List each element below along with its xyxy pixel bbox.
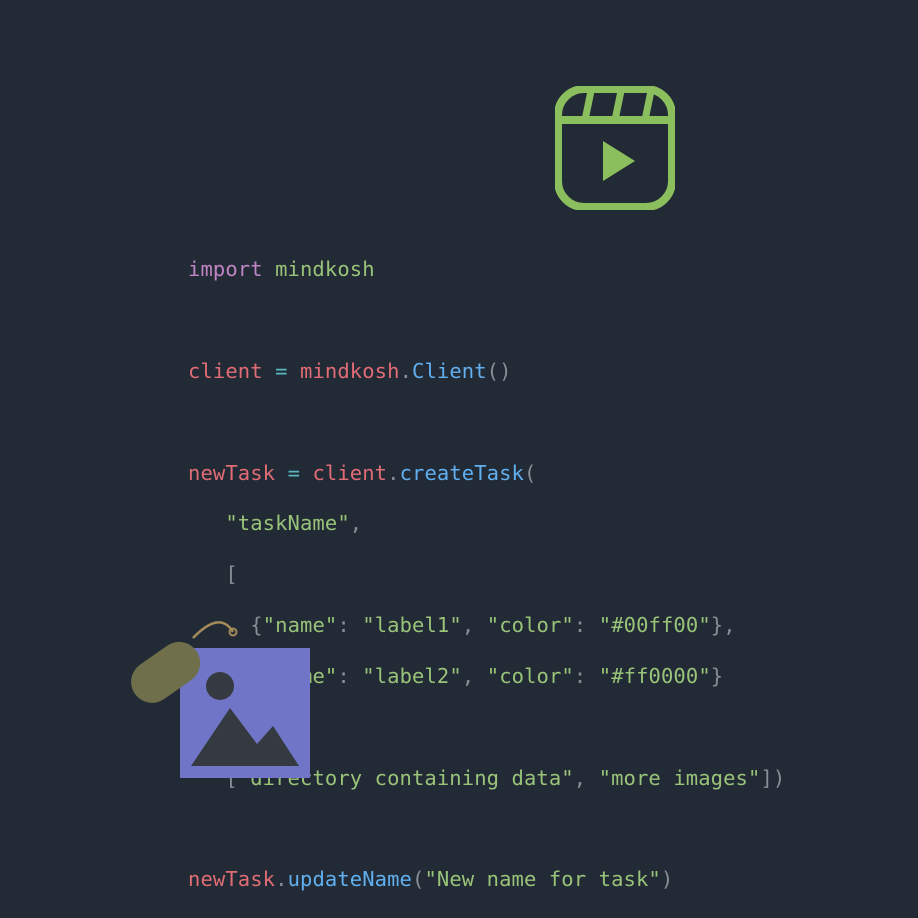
var-newtask: newTask — [188, 461, 275, 485]
label1-name: label1 — [375, 613, 450, 637]
arg-taskname: taskName — [238, 511, 338, 535]
module-ref: mindkosh — [300, 359, 400, 383]
keyword-import: import — [188, 257, 263, 281]
label2-name: label2 — [375, 664, 450, 688]
code-line-1: import mindkosh — [188, 257, 785, 282]
code-line-4: "taskName", — [188, 511, 785, 536]
var-client: client — [188, 359, 263, 383]
blank-line — [188, 410, 785, 435]
fn-updatename: updateName — [288, 867, 412, 891]
blank-line — [188, 816, 785, 841]
label1-color: #00ff00 — [611, 613, 698, 637]
code-line-5: [ — [188, 562, 785, 587]
code-line-2: client = mindkosh.Client() — [188, 359, 785, 384]
data-dir-2: more images — [611, 766, 748, 790]
video-player-icon — [555, 86, 675, 210]
arg-newname: New name for task — [437, 867, 649, 891]
module-name: mindkosh — [275, 257, 375, 281]
code-line-3: newTask = client.createTask( — [188, 461, 785, 486]
tagged-image-icon — [125, 618, 325, 798]
op-assign: = — [275, 359, 287, 383]
label2-color: #ff0000 — [611, 664, 698, 688]
code-line-10: newTask.updateName("New name for task") — [188, 867, 785, 892]
fn-client: Client — [412, 359, 487, 383]
code-block: import mindkosh client = mindkosh.Client… — [188, 232, 785, 918]
fn-createtask: createTask — [400, 461, 524, 485]
blank-line — [188, 308, 785, 333]
